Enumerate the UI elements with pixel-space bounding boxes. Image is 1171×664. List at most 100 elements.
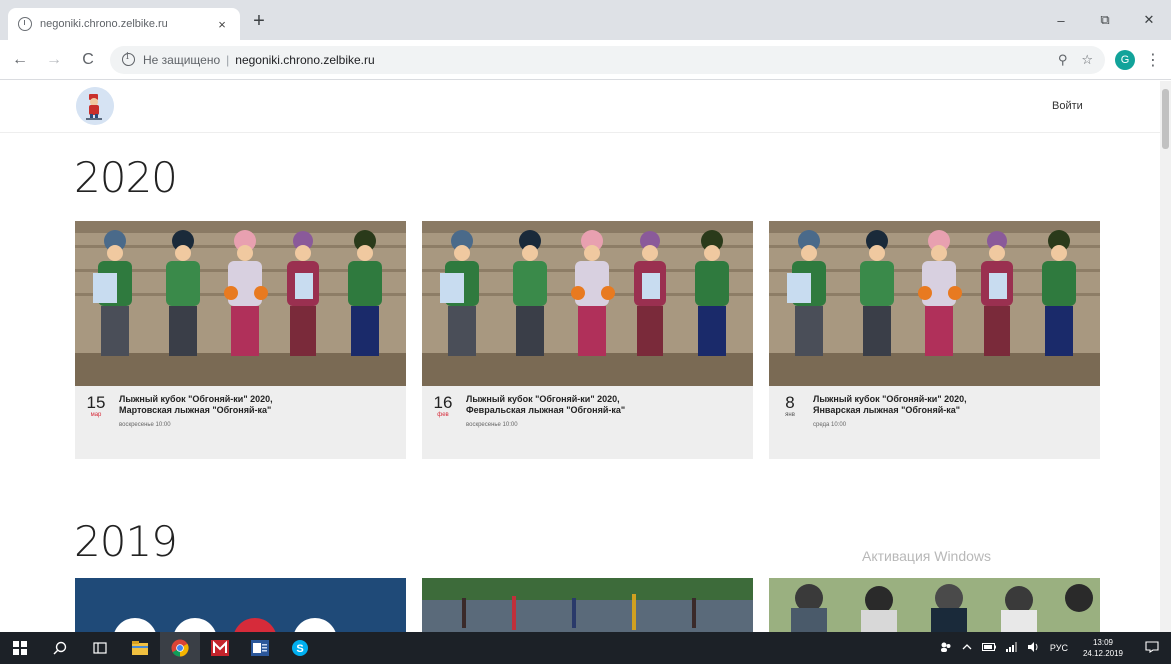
- event-title-line2[interactable]: Мартовская лыжная "Обгоняй-ка": [119, 405, 396, 416]
- event-card[interactable]: 15 мар Лыжный кубок "Обгоняй-ки" 2020, М…: [75, 221, 406, 459]
- language-indicator[interactable]: РУС: [1045, 643, 1073, 653]
- back-button[interactable]: ←: [6, 46, 34, 74]
- event-month: мар: [90, 412, 102, 418]
- browser-tab[interactable]: negoniki.chrono.zelbike.ru ×: [8, 8, 240, 40]
- security-status: Не защищено: [143, 52, 221, 67]
- windows-taskbar: S РУС 13:09 24.12.2019: [0, 632, 1171, 664]
- network-icon[interactable]: [1001, 642, 1023, 654]
- volume-icon[interactable]: [1023, 642, 1045, 654]
- skype-button[interactable]: S: [280, 632, 320, 664]
- tab-title: negoniki.chrono.zelbike.ru: [40, 18, 168, 30]
- browser-toolbar: ← → C Не защищено | negoniki.chrono.zelb…: [0, 40, 1171, 80]
- profile-avatar[interactable]: G: [1115, 49, 1135, 70]
- file-explorer-button[interactable]: [120, 632, 160, 664]
- url-separator: |: [226, 52, 230, 67]
- browser-menu-icon[interactable]: ⋮: [1145, 50, 1161, 70]
- scrollbar-thumb[interactable]: [1162, 89, 1169, 149]
- event-card-body: 15 мар Лыжный кубок "Обгоняй-ки" 2020, М…: [75, 386, 406, 459]
- windows-logo-icon: [13, 641, 27, 655]
- mail-m-icon: [211, 640, 229, 656]
- info-icon[interactable]: [122, 52, 135, 66]
- event-photo: [75, 578, 406, 632]
- event-photo: [769, 578, 1100, 632]
- windows-activation-title: Активация Windows: [862, 548, 992, 564]
- task-view-icon: [93, 642, 107, 654]
- battery-icon[interactable]: [977, 643, 1001, 653]
- svg-text:S: S: [296, 643, 303, 655]
- event-month: фев: [437, 412, 449, 418]
- event-card[interactable]: 8 янв Лыжный кубок "Обгоняй-ки" 2020, Ян…: [769, 221, 1100, 459]
- event-weekday-time: воскресенье 10:00: [119, 422, 171, 428]
- chrome-icon: [171, 639, 189, 657]
- restore-button[interactable]: ⧉: [1083, 0, 1127, 40]
- event-title-line1[interactable]: Лыжный кубок "Обгоняй-ки" 2020,: [813, 394, 1090, 405]
- search-button[interactable]: [40, 632, 80, 664]
- login-link[interactable]: Войти: [1052, 100, 1083, 112]
- event-info: Лыжный кубок "Обгоняй-ки" 2020, Февральс…: [460, 394, 743, 459]
- taskbar-clock[interactable]: 13:09 24.12.2019: [1073, 637, 1133, 659]
- omnibox-actions: ⚲ ☆: [1058, 52, 1093, 68]
- year-heading-2020: 2020: [74, 153, 178, 202]
- event-day: 15: [86, 393, 106, 412]
- forward-button[interactable]: →: [40, 46, 68, 74]
- event-day: 16: [433, 393, 453, 412]
- browser-tab-bar: negoniki.chrono.zelbike.ru × + – ⧉ ✕: [0, 0, 1171, 40]
- minimize-button[interactable]: –: [1039, 0, 1083, 40]
- word-app-button[interactable]: [240, 632, 280, 664]
- event-title-line1[interactable]: Лыжный кубок "Обгоняй-ки" 2020,: [466, 394, 743, 405]
- event-date: 15 мар: [79, 394, 113, 459]
- tab-close-icon[interactable]: ×: [214, 17, 230, 32]
- task-view-button[interactable]: [80, 632, 120, 664]
- event-month: янв: [785, 412, 795, 418]
- search-icon: [53, 641, 67, 655]
- event-title-line2[interactable]: Январская лыжная "Обгоняй-ка": [813, 405, 1090, 416]
- chrome-taskbar-button[interactable]: [160, 632, 200, 664]
- event-weekday-time: воскресенье 10:00: [466, 422, 518, 428]
- event-card-body: 8 янв Лыжный кубок "Обгоняй-ки" 2020, Ян…: [769, 386, 1100, 459]
- site-header: Войти: [0, 81, 1160, 133]
- event-cards-2020: 15 мар Лыжный кубок "Обгоняй-ки" 2020, М…: [75, 221, 1100, 459]
- word-icon: [251, 640, 269, 656]
- event-date: 16 фев: [426, 394, 460, 459]
- event-title-line2[interactable]: Февральская лыжная "Обгоняй-ка": [466, 405, 743, 416]
- start-button[interactable]: [0, 632, 40, 664]
- clock-time: 13:09: [1092, 638, 1113, 647]
- mail-app-button[interactable]: [200, 632, 240, 664]
- event-photo: [75, 221, 406, 386]
- event-info: Лыжный кубок "Обгоняй-ки" 2020, Мартовск…: [113, 394, 396, 459]
- people-icon[interactable]: [935, 641, 957, 655]
- event-info: Лыжный кубок "Обгоняй-ки" 2020, Январска…: [807, 394, 1090, 459]
- event-date: 8 янв: [773, 394, 807, 459]
- close-window-button[interactable]: ✕: [1127, 0, 1171, 40]
- notifications-icon[interactable]: [1133, 641, 1171, 655]
- skype-icon: S: [292, 640, 308, 656]
- folder-icon: [132, 641, 148, 655]
- system-tray: РУС 13:09 24.12.2019: [935, 632, 1171, 664]
- event-day: 8: [785, 393, 795, 412]
- tab-favicon-icon: [18, 17, 32, 31]
- new-tab-button[interactable]: +: [248, 10, 270, 32]
- event-card-2019-3[interactable]: [769, 578, 1100, 632]
- bookmark-star-icon[interactable]: ☆: [1081, 52, 1093, 68]
- page-scrollbar[interactable]: [1160, 81, 1171, 632]
- event-card[interactable]: 16 фев Лыжный кубок "Обгоняй-ки" 2020, Ф…: [422, 221, 753, 459]
- chevron-up-icon[interactable]: [957, 643, 977, 653]
- event-title-line1[interactable]: Лыжный кубок "Обгоняй-ки" 2020,: [119, 394, 396, 405]
- event-photo: [769, 221, 1100, 386]
- event-card-2019-2[interactable]: [422, 578, 753, 632]
- year-heading-2019: 2019: [74, 517, 178, 566]
- zoom-icon[interactable]: ⚲: [1058, 52, 1068, 68]
- window-controls: – ⧉ ✕: [1039, 0, 1171, 40]
- address-bar[interactable]: Не защищено | negoniki.chrono.zelbike.ru…: [110, 45, 1105, 74]
- site-logo[interactable]: [76, 87, 114, 125]
- event-card-body: 16 фев Лыжный кубок "Обгоняй-ки" 2020, Ф…: [422, 386, 753, 459]
- clock-date: 24.12.2019: [1082, 649, 1123, 658]
- event-photo: [422, 578, 753, 632]
- url-text: negoniki.chrono.zelbike.ru: [235, 52, 375, 67]
- event-cards-2019: [75, 578, 1100, 632]
- event-weekday-time: среда 10:00: [813, 422, 847, 428]
- event-card-2019-1[interactable]: [75, 578, 406, 632]
- reload-button[interactable]: C: [74, 46, 102, 74]
- logo-mascot-icon: [76, 87, 114, 125]
- page-viewport: Войти 2020 15 мар Лыжный кубок "Обгоняй-…: [0, 81, 1171, 632]
